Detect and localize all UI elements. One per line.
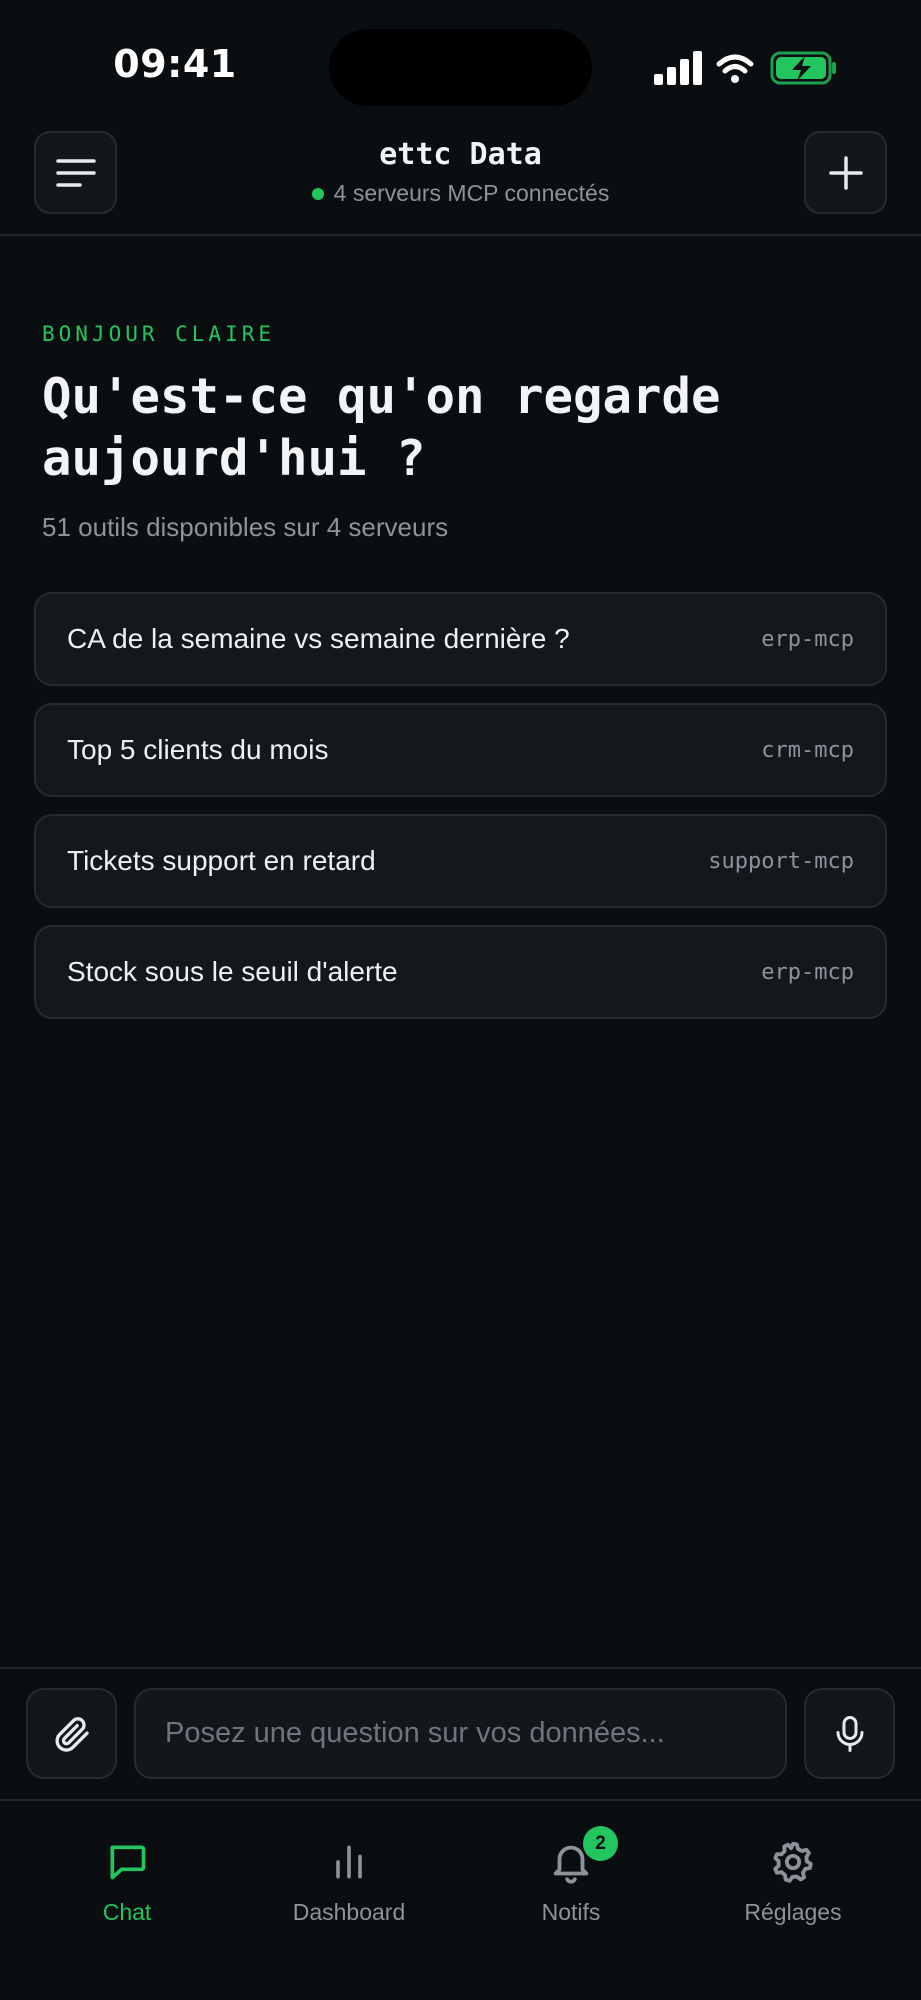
wifi-icon — [716, 54, 754, 83]
microphone-icon — [836, 1715, 863, 1752]
tab-settings[interactable]: Réglages — [693, 1837, 893, 1926]
connection-status: 4 serveurs MCP connectés — [0, 180, 921, 207]
server-tag: support-mcp — [708, 848, 854, 874]
connection-status-text: 4 serveurs MCP connectés — [333, 180, 610, 206]
connected-dot-icon — [311, 187, 324, 200]
server-tag: erp-mcp — [761, 626, 854, 652]
status-time: 09:41 — [113, 42, 237, 86]
suggestion-card[interactable]: CA de la semaine vs semaine dernière ? e… — [34, 592, 887, 686]
tab-dashboard[interactable]: Dashboard — [249, 1837, 449, 1926]
status-icons — [654, 51, 836, 85]
bar-chart-icon — [336, 1845, 362, 1879]
page-title: Qu'est-ce qu'on regarde aujourd'hui ? — [42, 368, 721, 487]
suggestion-text: Stock sous le seuil d'alerte — [67, 956, 398, 987]
server-tag: crm-mcp — [761, 737, 854, 763]
tab-label: Dashboard — [292, 1899, 406, 1925]
chat-icon — [110, 1845, 146, 1880]
voice-input-button[interactable] — [804, 1688, 895, 1779]
gear-icon — [773, 1841, 813, 1883]
plus-icon — [828, 155, 863, 190]
app-title: ettc Data — [379, 137, 542, 172]
cellular-signal-icon — [654, 51, 702, 85]
tab-label: Réglages — [744, 1899, 842, 1925]
attach-button[interactable] — [26, 1688, 117, 1779]
top-header: ettc Data 4 serveurs MCP connectés — [0, 125, 921, 236]
suggestion-text: Top 5 clients du mois — [67, 734, 329, 765]
status-bar: 09:41 — [0, 0, 921, 125]
question-input[interactable] — [134, 1688, 787, 1779]
notification-badge: 2 — [583, 1826, 618, 1861]
server-tag: erp-mcp — [761, 959, 854, 985]
suggestion-card[interactable]: Top 5 clients du mois crm-mcp — [34, 703, 887, 797]
battery-charging-icon — [770, 51, 836, 85]
new-chat-button[interactable] — [804, 131, 887, 214]
paperclip-icon — [54, 1716, 89, 1752]
message-composer — [0, 1667, 921, 1800]
tab-label: Chat — [102, 1899, 152, 1925]
suggestion-text: CA de la semaine vs semaine dernière ? — [67, 623, 570, 654]
suggestion-text: Tickets support en retard — [67, 845, 376, 876]
suggestion-card[interactable]: Stock sous le seuil d'alerte erp-mcp — [34, 925, 887, 1019]
tab-label: Notifs — [541, 1899, 601, 1925]
tab-notifs[interactable]: 2 Notifs — [471, 1826, 671, 1926]
app-screen: 09:41 ettc Data 4 serveurs MCP connectés… — [0, 0, 921, 2000]
greeting: BONJOUR CLAIRE — [42, 322, 276, 346]
dynamic-island — [329, 29, 592, 106]
tools-summary: 51 outils disponibles sur 4 serveurs — [42, 512, 449, 542]
suggestion-card[interactable]: Tickets support en retard support-mcp — [34, 814, 887, 908]
suggestion-list: CA de la semaine vs semaine dernière ? e… — [34, 592, 887, 1036]
bottom-tab-bar: Chat Dashboard 2 Notifs Réglages — [0, 1799, 921, 2000]
tab-chat[interactable]: Chat — [27, 1837, 227, 1926]
